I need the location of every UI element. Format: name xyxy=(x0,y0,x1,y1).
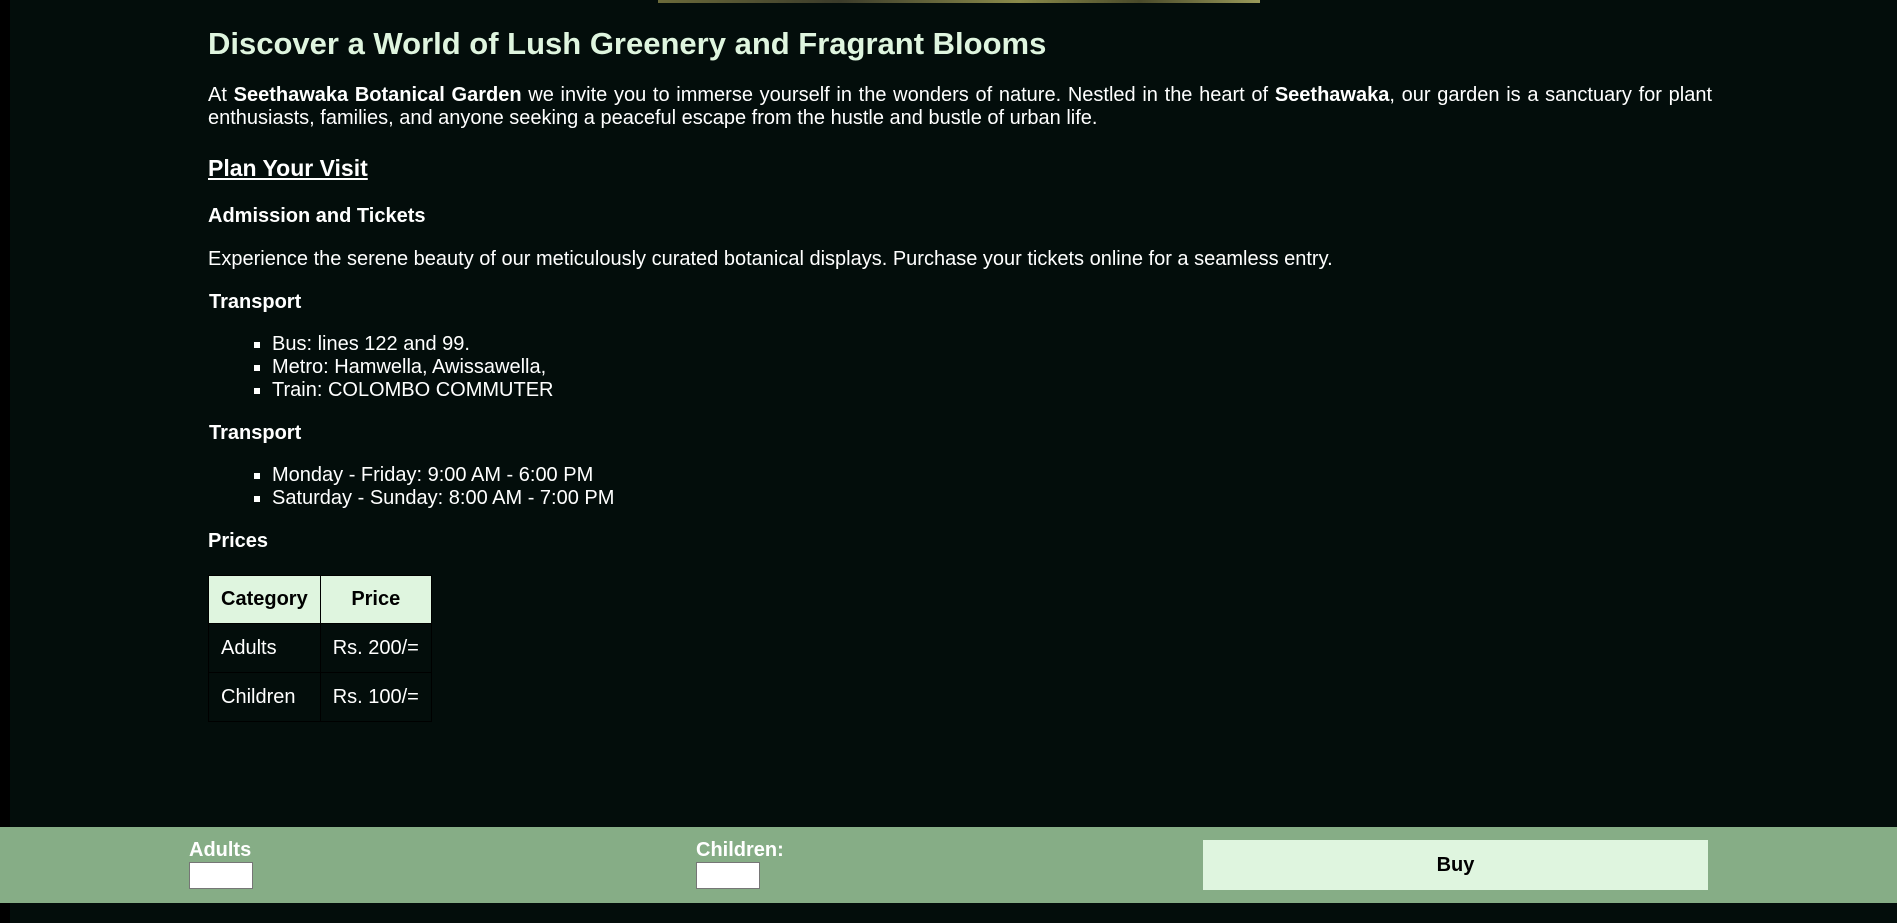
place-name: Seethawaka xyxy=(1274,84,1390,106)
intro-text-2: we invite you to immerse yourself in the… xyxy=(521,84,1275,106)
table-row: Adults Rs. 200/= xyxy=(208,623,432,673)
transport-heading: Transport xyxy=(209,291,302,313)
purchase-bar: Adults Children: Buy xyxy=(0,827,1897,903)
adults-label: Adults xyxy=(189,839,252,861)
list-item: Bus: lines 122 and 99. xyxy=(272,333,1712,356)
garden-name: Seethawaka Botanical Garden xyxy=(233,84,522,106)
prices-heading: Prices xyxy=(208,530,269,552)
admission-heading: Admission and Tickets xyxy=(208,205,426,227)
children-field-group: Children: xyxy=(696,839,784,889)
list-item: Train: COLOMBO COMMUTER xyxy=(272,379,1712,402)
list-item: Metro: Hamwella, Awissawella, xyxy=(272,356,1712,379)
table-cell: Rs. 200/= xyxy=(319,623,432,673)
list-item: Saturday - Sunday: 8:00 AM - 7:00 PM xyxy=(272,487,1712,510)
transport-list: Bus: lines 122 and 99. Metro: Hamwella, … xyxy=(208,333,1712,402)
table-cell: Rs. 100/= xyxy=(319,672,432,722)
intro-text-1: At xyxy=(208,84,234,106)
page-container: Discover a World of Lush Greenery and Fr… xyxy=(10,0,1897,923)
hours-list: Monday - Friday: 9:00 AM - 6:00 PM Satur… xyxy=(208,464,1712,510)
plan-visit-heading: Plan Your Visit xyxy=(208,155,368,181)
table-header-row: Category Price xyxy=(208,575,432,624)
table-cell: Children xyxy=(208,672,321,722)
intro-paragraph: At Seethawaka Botanical Garden we invite… xyxy=(208,84,1712,130)
admission-text: Experience the serene beauty of our meti… xyxy=(208,248,1333,270)
table-cell: Adults xyxy=(208,623,321,673)
list-item: Monday - Friday: 9:00 AM - 6:00 PM xyxy=(272,464,1712,487)
column-header-category: Category xyxy=(208,575,321,624)
buy-button[interactable]: Buy xyxy=(1203,840,1708,890)
table-row: Children Rs. 100/= xyxy=(208,672,432,722)
hours-heading: Transport xyxy=(209,422,302,444)
column-header-price: Price xyxy=(319,575,432,624)
hero-image-strip xyxy=(658,0,1260,3)
adults-input[interactable] xyxy=(189,862,253,889)
children-label: Children: xyxy=(696,839,784,861)
children-input[interactable] xyxy=(696,862,760,889)
page-title: Discover a World of Lush Greenery and Fr… xyxy=(208,26,1047,61)
adults-field-group: Adults xyxy=(189,839,253,889)
prices-table: Category Price Adults Rs. 200/= Children… xyxy=(208,575,432,722)
main-content: Discover a World of Lush Greenery and Fr… xyxy=(208,24,1712,722)
